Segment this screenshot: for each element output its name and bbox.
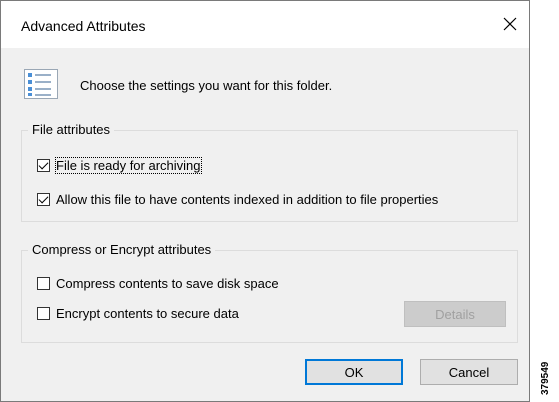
indexed-checkbox[interactable] xyxy=(37,193,50,206)
encrypt-checkbox[interactable] xyxy=(37,307,50,320)
attributes-list-icon xyxy=(24,69,58,99)
file-attributes-group xyxy=(21,130,518,222)
compress-checkbox[interactable] xyxy=(37,277,50,290)
close-icon xyxy=(503,17,517,31)
file-attributes-label: File attributes xyxy=(28,122,115,137)
compress-encrypt-label: Compress or Encrypt attributes xyxy=(28,242,216,257)
figure-id: 379549 xyxy=(540,361,551,395)
cancel-button[interactable]: Cancel xyxy=(420,359,518,385)
archive-checkbox-row[interactable]: File is ready for archiving xyxy=(37,157,202,174)
encrypt-checkbox-row[interactable]: Encrypt contents to secure data xyxy=(37,306,239,321)
dialog-title: Advanced Attributes xyxy=(21,18,146,34)
encrypt-label: Encrypt contents to secure data xyxy=(56,306,239,321)
archive-checkbox[interactable] xyxy=(37,159,50,172)
ok-button[interactable]: OK xyxy=(305,359,403,385)
advanced-attributes-dialog: Advanced Attributes Choose the settings … xyxy=(0,0,530,402)
compress-label: Compress contents to save disk space xyxy=(56,276,279,291)
header-description: Choose the settings you want for this fo… xyxy=(80,78,333,93)
close-button[interactable] xyxy=(493,9,527,39)
archive-label: File is ready for archiving xyxy=(55,157,202,174)
indexed-label: Allow this file to have contents indexed… xyxy=(56,192,439,207)
indexed-checkbox-row[interactable]: Allow this file to have contents indexed… xyxy=(37,192,438,207)
compress-encrypt-group xyxy=(21,250,518,343)
details-button[interactable]: Details xyxy=(404,301,506,327)
title-bar: Advanced Attributes xyxy=(1,1,529,48)
compress-checkbox-row[interactable]: Compress contents to save disk space xyxy=(37,276,279,291)
